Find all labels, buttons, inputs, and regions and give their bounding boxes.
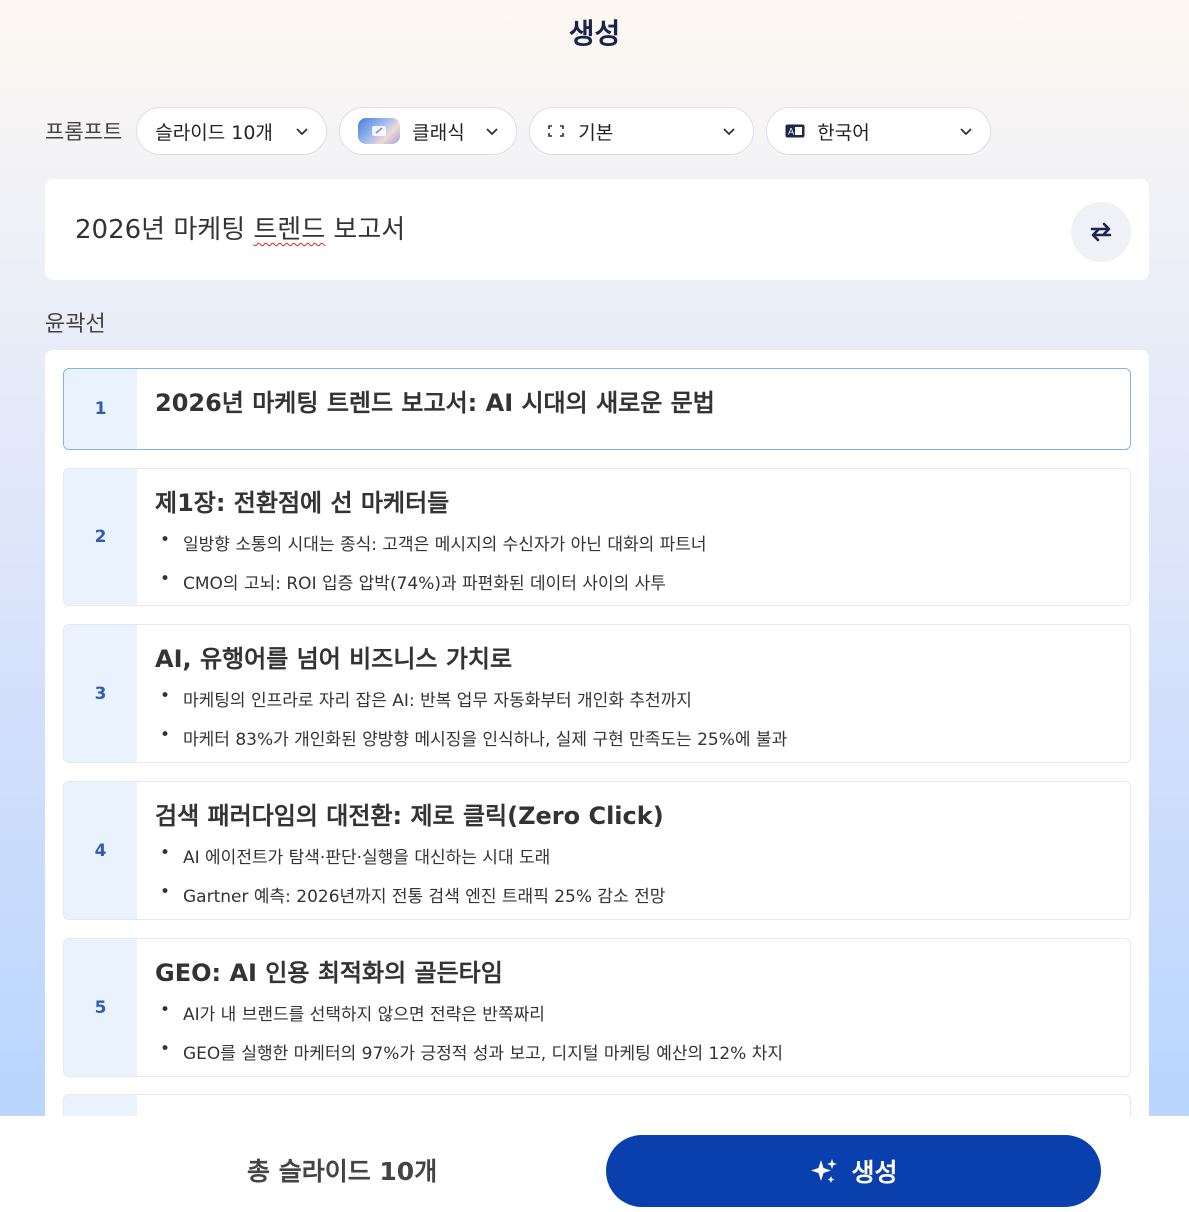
settings-bar: 프롬프트 슬라이드 10개 클래식 기본 A 한국어 [45,107,992,155]
card-bullet[interactable]: AI가 내 브랜드를 선택하지 않으면 전략은 반쪽짜리 [155,1000,783,1025]
language-dropdown[interactable]: A 한국어 [766,107,992,155]
chevron-down-icon [960,128,972,136]
swap-icon [1090,222,1112,242]
outline-card[interactable]: 1 2026년 마케팅 트렌드 보고서: AI 시대의 새로운 문법 [63,368,1131,450]
footer-bar: 총 슬라이드 10개 생성 [0,1116,1189,1212]
card-bullet[interactable]: Gartner 예측: 2026년까지 전통 검색 엔진 트래픽 25% 감소 … [155,882,665,907]
size-dropdown[interactable]: 기본 [529,107,755,155]
outline-card[interactable]: 4 검색 패러다임의 대전환: 제로 클릭(Zero Click) AI 에이전… [63,781,1131,920]
card-bullet[interactable]: 마케팅의 인프라로 자리 잡은 AI: 반복 업무 자동화부터 개인화 추천까지 [155,686,787,711]
card-number: 1 [64,369,137,449]
prompt-text[interactable]: 2026년 마케팅 트렌드 보고서 [75,209,405,246]
prompt-label: 프롬프트 [45,120,123,144]
sparkle-icon [811,1159,838,1183]
regenerate-button[interactable] [1071,202,1131,262]
card-number: 5 [64,939,137,1076]
page-title: 생성 [568,17,621,50]
card-bullet[interactable]: 일방향 소통의 시대는 종식: 고객은 메시지의 수신자가 아닌 대화의 파트너 [155,530,707,555]
slides-count-value: 슬라이드 10개 [155,121,273,144]
card-title[interactable]: 2026년 마케팅 트렌드 보고서: AI 시대의 새로운 문법 [155,383,715,418]
svg-text:A: A [788,128,795,138]
outline-card[interactable]: 5 GEO: AI 인용 최적화의 골든타임 AI가 내 브랜드를 선택하지 않… [63,938,1131,1077]
theme-thumbnail [358,118,401,144]
generate-button[interactable]: 생성 [606,1135,1101,1207]
slides-count-dropdown[interactable]: 슬라이드 10개 [136,107,328,155]
card-title[interactable]: 검색 패러다임의 대전환: 제로 클릭(Zero Click) [155,796,665,831]
chevron-down-icon [296,128,308,136]
card-bullet[interactable]: AI 에이전트가 탐색·판단·실행을 대신하는 시대 도래 [155,843,665,868]
prompt-input[interactable]: 2026년 마케팅 트렌드 보고서 [45,179,1149,280]
card-number: 3 [64,625,137,762]
card-title[interactable]: GEO: AI 인용 최적화의 골든타임 [155,953,783,988]
outline-card[interactable]: 2 제1장: 전환점에 선 마케터들 일방향 소통의 시대는 종식: 고객은 메… [63,468,1131,606]
total-slides: 총 슬라이드 10개 [247,1157,438,1186]
generate-label: 생성 [851,1158,898,1187]
outline-list: 1 2026년 마케팅 트렌드 보고서: AI 시대의 새로운 문법 2 제1장… [45,350,1149,1130]
card-number: 4 [64,782,137,919]
misspelled-word: 트렌드 [253,215,326,245]
theme-value: 클래식 [412,121,465,144]
language-value: 한국어 [817,121,870,144]
card-title[interactable]: 제1장: 전환점에 선 마케터들 [155,483,707,518]
card-bullet[interactable]: 마케터 83%가 개인화된 양방향 메시징을 인식하나, 실제 구현 만족도는 … [155,725,787,750]
chevron-down-icon [486,128,498,136]
card-bullet[interactable]: GEO를 실행한 마케터의 97%가 긍정적 성과 보고, 디지털 마케팅 예산… [155,1039,783,1064]
card-bullet[interactable]: CMO의 고뇌: ROI 입증 압박(74%)과 파편화된 데이터 사이의 사투 [155,569,707,594]
card-number: 2 [64,469,137,605]
outline-label: 윤곽선 [45,312,106,337]
theme-dropdown[interactable]: 클래식 [339,107,518,155]
card-title[interactable]: AI, 유행어를 넘어 비즈니스 가치로 [155,639,787,674]
outline-card[interactable]: 3 AI, 유행어를 넘어 비즈니스 가치로 마케팅의 인프라로 자리 잡은 A… [63,624,1131,763]
size-value: 기본 [578,121,614,144]
chevron-down-icon [723,128,735,136]
aspect-ratio-icon [548,125,565,137]
translate-icon: A [785,124,805,138]
